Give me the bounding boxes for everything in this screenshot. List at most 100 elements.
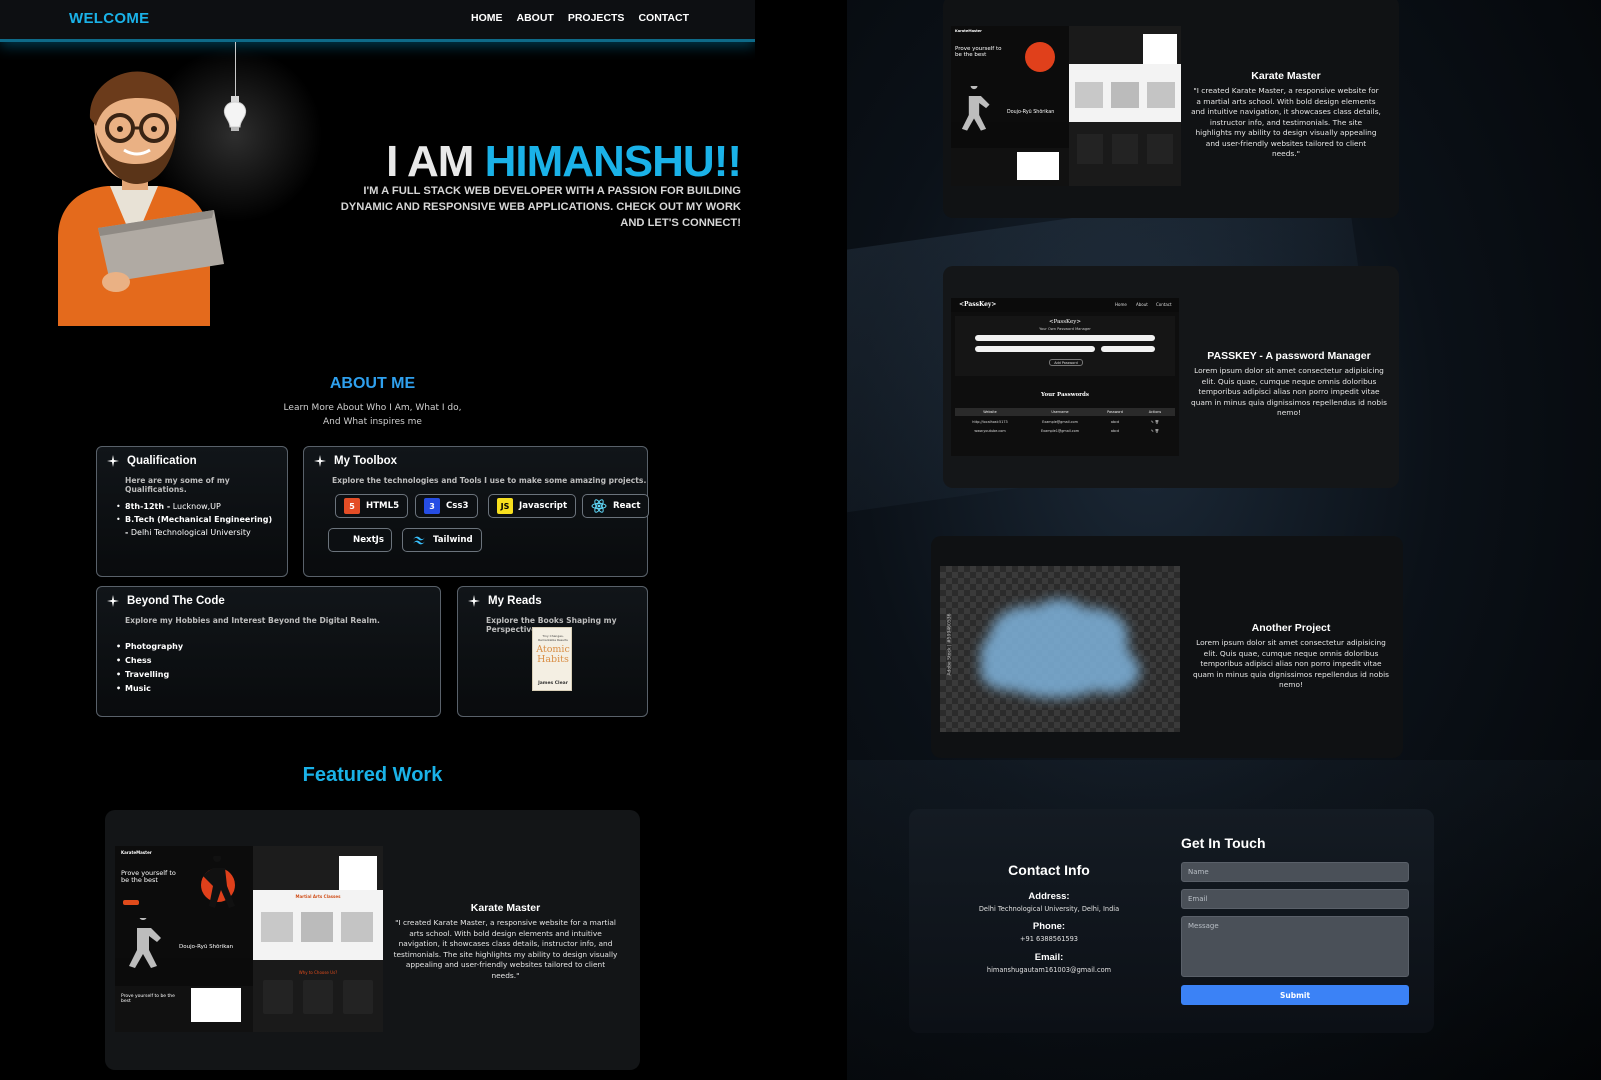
tailwind-icon — [413, 536, 425, 545]
toolbox-subtitle: Explore the technologies and Tools I use… — [332, 476, 647, 485]
qualification-level: 8th-12th - — [125, 502, 171, 511]
karate-dojo-name: Doujo-Ryū Shōrikan — [1007, 110, 1055, 115]
nav-links: HOME ABOUT PROJECTS CONTACT — [471, 12, 689, 24]
phone-label: Phone: — [1032, 921, 1066, 932]
karate-white-box — [339, 856, 377, 890]
project-text: "I created Karate Master, a responsive w… — [393, 918, 618, 980]
class-thumb — [1075, 82, 1103, 108]
qualification-card: Qualification Here are my some of my Qua… — [96, 446, 288, 577]
hero-title-prefix: I AM — [386, 137, 485, 186]
bulb-cord — [235, 42, 236, 98]
passkey-password-input — [1101, 346, 1155, 352]
project-title: Karate Master — [470, 902, 541, 914]
submit-button[interactable]: Submit — [1181, 985, 1409, 1005]
react-icon — [591, 499, 607, 513]
testimonial-card — [1112, 134, 1138, 164]
beyond-title: Beyond The Code — [127, 595, 225, 607]
book-cover-atomic-habits[interactable]: Tiny Changes, Remarkable Results Atomic … — [532, 627, 572, 691]
project-card-passkey[interactable]: <PassKey> Home About Contact <PassKey> Y… — [943, 266, 1399, 488]
qualification-title: Qualification — [127, 455, 197, 467]
project-description: Another Project Lorem ipsum dolor sit am… — [1193, 622, 1389, 691]
name-field[interactable]: Name — [1181, 862, 1409, 882]
another-project-screenshot: Adobe Stock | #599460536 — [940, 566, 1180, 732]
karate-why-title: Why to Choose Us? — [298, 970, 338, 975]
toolbox-title-row: My Toolbox — [314, 455, 397, 467]
karate-classes-section: Martial Arts Classes — [253, 890, 383, 960]
column-header: Password — [1107, 410, 1123, 414]
table-cell: Example1@gmail.com — [1041, 429, 1079, 433]
get-in-touch-heading: Get In Touch — [1181, 835, 1266, 851]
table-cell: Example@gmail.com — [1042, 420, 1078, 424]
hero-subtitle: I'M A FULL STACK WEB DEVELOPER WITH A PA… — [340, 185, 741, 229]
book-title: Atomic Habits — [536, 644, 570, 665]
javascript-icon: JS — [497, 498, 513, 514]
table-cell: abcd — [1110, 420, 1120, 424]
project-text: "I created Karate Master, a responsive w… — [1191, 86, 1381, 158]
passkey-nav-about: About — [1136, 302, 1148, 307]
list-item: Travelling — [116, 668, 183, 682]
nav-link-about[interactable]: ABOUT — [517, 12, 554, 24]
phone-value[interactable]: +91 6388561593 — [909, 935, 1189, 943]
karate-sun — [1025, 42, 1055, 72]
passkey-nav-home: Home — [1115, 302, 1127, 307]
table-cell: abcd — [1110, 429, 1120, 433]
passkey-table-header: Website Username Password Actions — [955, 408, 1175, 416]
list-item: 8th-12th - Lucknow,UP — [116, 500, 275, 513]
stock-watermark: Adobe Stock | #599460536 — [947, 613, 953, 676]
karate-footer-panel — [951, 148, 1069, 186]
passkey-nav-contact: Contact — [1156, 302, 1172, 307]
class-thumb — [301, 912, 333, 942]
tool-label: React — [613, 501, 641, 511]
class-thumb — [1147, 82, 1175, 108]
project-description: Karate Master "I created Karate Master, … — [1191, 70, 1381, 160]
project-description: PASSKEY - A password Manager Lorem ipsum… — [1191, 350, 1387, 419]
featured-work-heading: Featured Work — [302, 764, 443, 786]
about-subheading: Learn More About Who I Am, What I do, An… — [0, 401, 745, 429]
tool-chip-css3: 3 Css3 — [415, 494, 478, 518]
karate-footer-panel: Prove yourself to be the best — [115, 986, 253, 1032]
email-field[interactable]: Email — [1181, 889, 1409, 909]
karate-master-screenshot: KarateMaster Prove yourself to be the be… — [951, 26, 1181, 186]
sparkle-icon — [107, 595, 119, 607]
qualification-place: Lucknow,UP — [170, 502, 221, 511]
project-card-karate-2[interactable]: KarateMaster Prove yourself to be the be… — [943, 0, 1399, 218]
about-subheading-line2: And What inspires me — [323, 417, 422, 427]
brand-logo[interactable]: WELCOME — [69, 10, 149, 27]
list-item: Music — [116, 682, 183, 696]
tool-chip-tailwind: Tailwind — [402, 528, 482, 552]
hero-title: I AM HIMANSHU!! — [386, 137, 742, 187]
tool-label: Tailwind — [433, 535, 473, 545]
list-item: Chess — [116, 654, 183, 668]
contact-info-heading: Contact Info — [1008, 862, 1090, 878]
column-header: Actions — [1148, 410, 1162, 414]
sparkle-icon — [468, 595, 480, 607]
passkey-logo: <PassKey> — [959, 301, 997, 308]
nav-link-home[interactable]: HOME — [471, 12, 503, 24]
nav-link-contact[interactable]: CONTACT — [638, 12, 689, 24]
email-value[interactable]: himanshugautam161003@gmail.com — [909, 966, 1189, 974]
testimonial-card — [1077, 134, 1103, 164]
my-reads-card: My Reads Explore the Books Shaping my Pe… — [457, 586, 648, 717]
message-field[interactable]: Message — [1181, 916, 1409, 977]
address-value: Delhi Technological University, Delhi, I… — [978, 905, 1120, 913]
class-thumb — [261, 912, 293, 942]
karate-cta-button — [123, 900, 139, 905]
hobbies-list: Photography Chess Travelling Music — [116, 640, 183, 696]
karate-classes-section — [1069, 64, 1181, 122]
column-header: Username — [1051, 410, 1069, 414]
table-row: www.youtube.com Example1@gmail.com abcd … — [955, 427, 1175, 435]
column-header: Website — [983, 410, 997, 414]
tool-chip-react: React — [582, 494, 650, 518]
about-heading: ABOUT ME — [329, 375, 416, 392]
developer-avatar — [58, 71, 224, 326]
passkey-tagline: Your Own Password Manager — [1039, 327, 1091, 331]
karate-classes-panel: Martial Arts Classes Why to Choose Us? — [253, 846, 383, 1032]
testimonial-card — [343, 980, 373, 1014]
project-card-another[interactable]: Adobe Stock | #599460536 Another Project… — [931, 536, 1403, 758]
screenshot-composite: WELCOME HOME ABOUT PROJECTS CONTACT I AM… — [0, 0, 1601, 1080]
karate-dojo-name: Doujo-Ryū Shōrikan — [179, 944, 234, 950]
sparkle-icon — [107, 455, 119, 467]
project-card-karate[interactable]: KarateMaster Prove yourself to be the be… — [105, 810, 640, 1070]
css3-icon: 3 — [424, 498, 440, 514]
nav-link-projects[interactable]: PROJECTS — [568, 12, 625, 24]
